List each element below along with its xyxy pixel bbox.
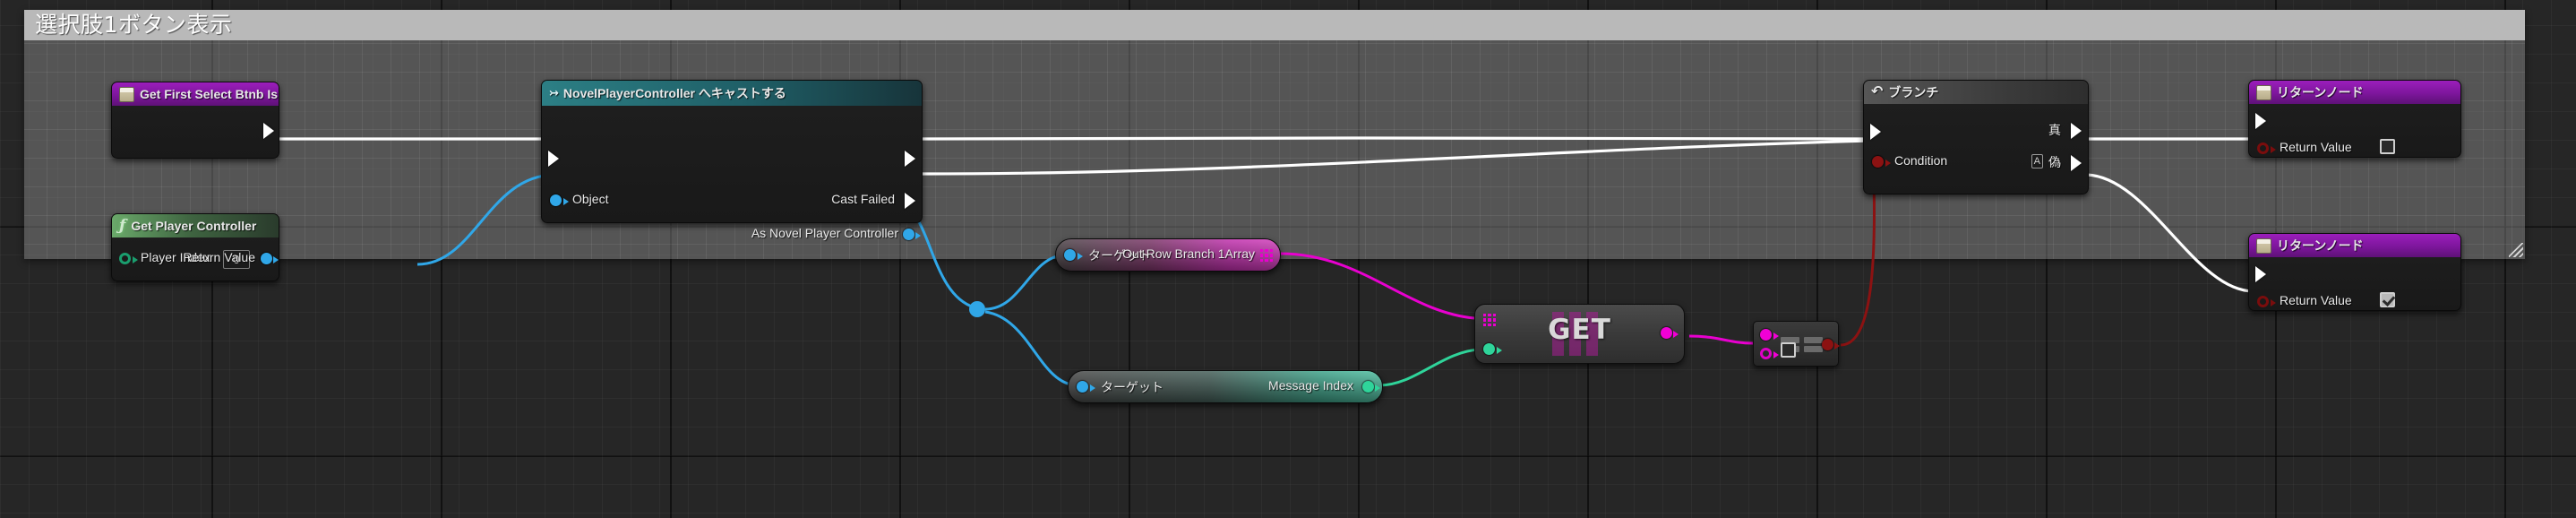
- index-in-pin[interactable]: [1483, 343, 1495, 355]
- get-node-label: GET: [1548, 314, 1611, 346]
- return-value-label: Return Value: [183, 250, 255, 264]
- player-index-in-arrow: [133, 256, 138, 263]
- node-branch[interactable]: ↶ ブランチ 真 Condition A 偽: [1863, 80, 2089, 194]
- node-message-index[interactable]: ターゲット Message Index: [1068, 370, 1383, 403]
- compare-bool-out-arrow: [1834, 341, 1840, 350]
- function-icon: ƒ: [119, 217, 126, 235]
- return-bottom-value-label: Return Value: [2280, 293, 2352, 307]
- branch-false-badge: A: [2031, 154, 2043, 168]
- cast-exec-in-pin[interactable]: [548, 151, 559, 167]
- return-top-value-in-arrow: [2271, 145, 2276, 153]
- blueprint-graph-canvas[interactable]: 選択肢1ボタン表示 Get First Select Btnb Is ƒ Get…: [0, 0, 2576, 518]
- node-title-text: NovelPlayerController へキャストする: [562, 86, 786, 100]
- node-title-bar[interactable]: ↶ ブランチ: [1864, 81, 2088, 104]
- node-title-bar[interactable]: ↣ NovelPlayerController へキャストする: [542, 81, 922, 106]
- struct-in-pin-a[interactable]: [1760, 329, 1772, 341]
- struct-in-arrow-a: [1773, 332, 1779, 340]
- branch-false-exec-out-pin[interactable]: [2071, 155, 2082, 171]
- node-title-bar[interactable]: リターンノード: [2249, 234, 2460, 257]
- compare-bar-2: [1804, 337, 1823, 343]
- return-bottom-value-in-pin[interactable]: [2257, 296, 2269, 307]
- branch-exec-in-pin[interactable]: [1870, 124, 1881, 140]
- array-out-pin[interactable]: [1260, 249, 1273, 262]
- branch-false-label: 偽: [2048, 155, 2061, 169]
- variable-icon: [119, 86, 134, 102]
- return-top-value-label: Return Value: [2280, 140, 2352, 154]
- cast-as-novel-out-pin[interactable]: [903, 229, 914, 240]
- return-bottom-value-checkbox[interactable]: [2380, 292, 2395, 307]
- cast-as-novel-label: As Novel Player Controller: [751, 226, 898, 240]
- message-index-out-pin[interactable]: [1362, 381, 1374, 393]
- wire-array-outrow-to-get: [1280, 252, 1475, 320]
- node-title-text: Get First Select Btnb Is Enabled: [140, 87, 279, 101]
- return-value-out-pin[interactable]: [261, 253, 272, 264]
- node-title-text: ブランチ: [1888, 85, 1939, 99]
- messageindex-target-label: ターゲット: [1101, 380, 1163, 394]
- node-title-text: リターンノード: [2277, 85, 2364, 99]
- exec-out-pin[interactable]: [263, 123, 274, 139]
- outrow-output-label: Out Row Branch 1Array: [1122, 246, 1255, 261]
- cast-failed-exec-out-pin[interactable]: [905, 193, 915, 209]
- node-out-row-branch-1array[interactable]: ターゲット Out Row Branch 1Array: [1055, 238, 1281, 272]
- cast-failed-label: Cast Failed: [831, 192, 895, 206]
- index-in-arrow: [1497, 346, 1502, 354]
- node-get-array-element[interactable]: GET: [1474, 304, 1685, 364]
- branch-true-exec-out-pin[interactable]: [2071, 123, 2082, 139]
- variable-icon: [2256, 237, 2271, 254]
- node-equality-compare[interactable]: [1753, 321, 1840, 367]
- messageindex-target-in-arrow: [1090, 384, 1095, 392]
- messageindex-target-in-pin[interactable]: [1077, 381, 1088, 393]
- message-index-out-arrow: [1375, 384, 1380, 392]
- branch-icon: ↶: [1871, 84, 1884, 99]
- wire-int-messageindex-to-get: [1378, 348, 1481, 387]
- wire-struct-get-to-compare: [1688, 334, 1754, 345]
- cast-as-novel-out-arrow: [915, 231, 921, 239]
- cast-exec-out-pin[interactable]: [905, 151, 915, 167]
- node-title-bar[interactable]: リターンノード: [2249, 81, 2460, 104]
- node-get-player-controller[interactable]: ƒ Get Player Controller Player Index 0 R…: [111, 213, 279, 281]
- node-cast-to-novelplayercontroller[interactable]: ↣ NovelPlayerController へキャストする Object C…: [541, 80, 923, 240]
- node-title-bar[interactable]: Get First Select Btnb Is Enabled: [112, 82, 279, 106]
- item-out-pin[interactable]: [1661, 327, 1672, 339]
- struct-in-pin-b[interactable]: [1760, 348, 1772, 359]
- cast-object-label: Object: [572, 192, 609, 206]
- branch-condition-label: Condition: [1894, 153, 1948, 168]
- variable-icon: [2256, 84, 2271, 100]
- array-in-pin[interactable]: [1483, 314, 1496, 326]
- item-out-arrow: [1673, 330, 1679, 338]
- struct-in-arrow-b: [1773, 350, 1779, 358]
- wire-object-knot-to-messageindex: [984, 310, 1078, 387]
- messageindex-output-label: Message Index: [1268, 378, 1353, 393]
- player-index-in-pin[interactable]: [119, 253, 131, 264]
- comment-grid: [24, 10, 2525, 259]
- return-top-exec-in-pin[interactable]: [2255, 113, 2266, 129]
- return-bottom-exec-in-pin[interactable]: [2255, 266, 2266, 282]
- node-title-text: Get Player Controller: [131, 219, 257, 233]
- node-title-text: リターンノード: [2277, 238, 2364, 253]
- node-title-bar[interactable]: ƒ Get Player Controller: [112, 214, 279, 237]
- comment-title[interactable]: 選択肢1ボタン表示: [24, 10, 2525, 40]
- comment-region[interactable]: 選択肢1ボタン表示: [24, 10, 2525, 259]
- branch-true-label: 真: [2048, 123, 2061, 137]
- wire-reroute-knot: [969, 301, 985, 317]
- return-bottom-value-in-arrow: [2271, 298, 2276, 306]
- return-value-out-arrow: [273, 255, 279, 263]
- return-top-value-in-pin[interactable]: [2257, 142, 2269, 154]
- node-get-first-select-btnb-is-enabled[interactable]: Get First Select Btnb Is Enabled: [111, 82, 279, 159]
- branch-condition-in-pin[interactable]: [1872, 156, 1884, 168]
- cast-arrow-icon: ↣: [549, 86, 559, 99]
- cast-object-in-arrow: [563, 197, 569, 205]
- outrow-target-in-arrow: [1078, 252, 1083, 260]
- wire-object-knot-to-outrow: [984, 254, 1063, 311]
- branch-condition-in-arrow: [1885, 159, 1891, 167]
- outrow-target-in-pin[interactable]: [1064, 249, 1076, 261]
- resize-handle-icon[interactable]: [2509, 243, 2523, 257]
- node-return-bottom[interactable]: リターンノード Return Value: [2248, 233, 2461, 311]
- compare-checkbox[interactable]: [1781, 342, 1796, 358]
- compare-bar-4: [1804, 346, 1823, 352]
- compare-bool-out-pin[interactable]: [1822, 339, 1833, 350]
- node-return-top[interactable]: リターンノード Return Value: [2248, 80, 2461, 158]
- return-top-value-checkbox[interactable]: [2380, 139, 2395, 154]
- cast-object-in-pin[interactable]: [550, 194, 562, 206]
